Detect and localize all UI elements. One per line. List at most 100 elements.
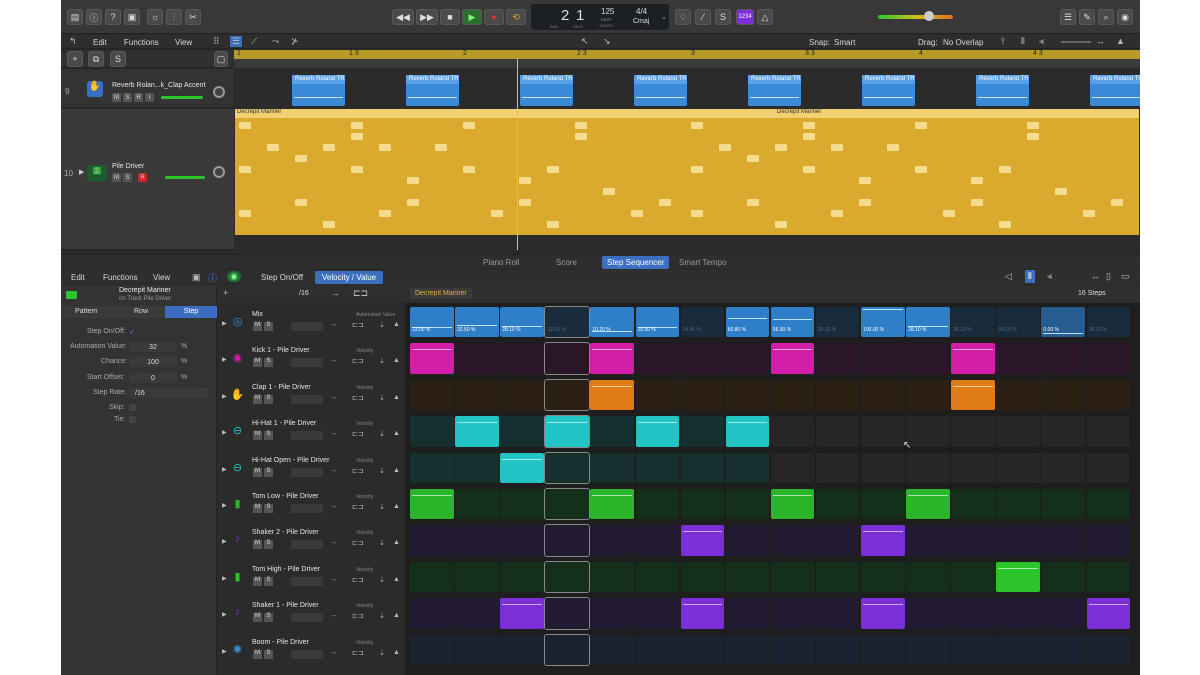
seq-link-icon[interactable]: ▯: [1106, 271, 1111, 282]
step-cell[interactable]: [770, 634, 815, 665]
step-cell[interactable]: [906, 525, 950, 556]
loop-icon[interactable]: ⊏⊐: [352, 612, 364, 620]
mute-button[interactable]: M: [253, 394, 262, 404]
step-cell[interactable]: [500, 416, 544, 447]
step-cell[interactable]: [544, 378, 590, 412]
step-cell[interactable]: [770, 343, 815, 374]
pan-knob[interactable]: [213, 86, 225, 98]
step-cell[interactable]: [815, 598, 860, 629]
step-cell[interactable]: [500, 379, 544, 411]
library-icon[interactable]: ▤: [67, 9, 83, 25]
inspector-icon[interactable]: ⓘ: [86, 9, 102, 25]
playhead[interactable]: [517, 58, 518, 250]
step-cell[interactable]: [590, 489, 634, 520]
step-cell[interactable]: [635, 525, 680, 556]
step-cell[interactable]: [1086, 525, 1131, 556]
rows-arrow-icon[interactable]: →: [331, 288, 340, 298]
tie-checkbox[interactable]: [129, 416, 136, 423]
step-cell[interactable]: [410, 598, 454, 629]
master-volume-knob[interactable]: [924, 11, 934, 21]
step-cell[interactable]: [635, 561, 680, 593]
mute-button[interactable]: M: [253, 649, 262, 659]
audio-region[interactable]: Reverb Roland TR: [406, 75, 459, 106]
solo-button[interactable]: S: [264, 394, 273, 404]
step-cell[interactable]: [725, 598, 770, 629]
audio-region[interactable]: Reverb Roland TR: [748, 75, 801, 106]
disclosure-triangle-icon[interactable]: ▶: [222, 611, 227, 618]
step-cell[interactable]: [906, 489, 950, 520]
lock-icon[interactable]: ▲: [393, 649, 400, 656]
step-cell[interactable]: [951, 634, 995, 665]
step-cell[interactable]: [951, 343, 995, 374]
step-cell[interactable]: 28.10 %: [815, 307, 860, 338]
step-cell[interactable]: [861, 379, 905, 411]
lane-rate-select[interactable]: [291, 576, 323, 586]
step-cell[interactable]: [1086, 416, 1131, 447]
lane-name[interactable]: Tom High - Pile Driver: [252, 566, 320, 573]
lane-rate-select[interactable]: [291, 431, 323, 441]
step-rate-select[interactable]: /16: [129, 388, 209, 398]
step-cell[interactable]: [635, 452, 680, 483]
flex-icon[interactable]: ⤳: [272, 36, 279, 47]
step-cell[interactable]: [906, 561, 950, 593]
catch-icon[interactable]: ⊁: [291, 36, 299, 47]
arrow-icon[interactable]: →: [330, 357, 337, 364]
seq-expand-icon[interactable]: ▭: [1121, 271, 1130, 282]
mute-button[interactable]: M: [253, 431, 262, 441]
solo-button[interactable]: S: [264, 431, 273, 441]
mute-button[interactable]: M: [253, 540, 262, 550]
mixer-icon[interactable]: ⫶: [166, 9, 182, 25]
step-cell[interactable]: [1041, 525, 1085, 556]
tracks-edit-menu[interactable]: Edit: [93, 38, 107, 47]
lock-icon[interactable]: ▲: [393, 357, 400, 364]
step-cell[interactable]: [455, 379, 499, 411]
step-cell[interactable]: [544, 415, 590, 448]
track-name[interactable]: Reverb Rolan...k_Clap Accent: [112, 82, 205, 89]
mute-button[interactable]: M: [253, 358, 262, 368]
step-cell[interactable]: 0.00 %: [1041, 307, 1085, 338]
fit-icon[interactable]: ↔: [1096, 36, 1105, 46]
step-cell[interactable]: 100.00 %: [861, 307, 905, 338]
step-cell[interactable]: [590, 598, 634, 629]
step-onoff-checkbox[interactable]: ✓: [129, 328, 135, 336]
toolbar-icon[interactable]: ▣: [124, 9, 140, 25]
audio-region[interactable]: Reverb Roland TR: [520, 75, 573, 106]
tuner-icon[interactable]: ♢: [675, 9, 691, 25]
solo-icon[interactable]: S: [715, 9, 731, 25]
step-cell[interactable]: [1086, 561, 1131, 593]
step-cell[interactable]: [455, 489, 499, 520]
lane-name[interactable]: Shaker 2 - Pile Driver: [252, 529, 319, 536]
down-icon[interactable]: ⇣: [379, 394, 385, 402]
vertical-zoom-icon[interactable]: ⫴: [1021, 36, 1025, 47]
zoom-slider[interactable]: [1061, 41, 1091, 43]
step-cell[interactable]: [500, 561, 544, 593]
arrow-icon[interactable]: →: [330, 649, 337, 656]
step-cell[interactable]: [770, 416, 815, 447]
lane-rate-select[interactable]: [291, 613, 323, 623]
lock-icon[interactable]: ▲: [393, 467, 400, 474]
lane-name[interactable]: Shaker 1 - Pile Driver: [252, 602, 319, 609]
solo-button[interactable]: S: [264, 613, 273, 623]
lane-name[interactable]: Boom - Pile Driver: [252, 639, 309, 646]
step-cell[interactable]: [815, 561, 860, 593]
skip-checkbox[interactable]: [129, 404, 136, 411]
step-cell[interactable]: [1086, 634, 1131, 665]
step-cell[interactable]: [951, 598, 995, 629]
lane-header[interactable]: ▶ ◉ Kick 1 - Pile Driver Velocity M S → ⊏⊐ ⇣ ▲: [217, 343, 405, 376]
volume-slider[interactable]: [161, 96, 203, 99]
audio-region[interactable]: Reverb Roland TR: [1090, 75, 1140, 106]
rewind-button[interactable]: ◀◀: [392, 9, 414, 25]
add-track-button[interactable]: +: [67, 51, 83, 67]
step-cell[interactable]: [906, 416, 950, 447]
down-icon[interactable]: ⇣: [379, 321, 385, 329]
disclosure-triangle-icon[interactable]: ▶: [222, 429, 227, 436]
global-solo-button[interactable]: S: [110, 51, 126, 67]
step-cell[interactable]: [455, 598, 499, 629]
step-cell[interactable]: [1086, 379, 1131, 411]
step-cell[interactable]: [544, 560, 590, 594]
step-cell[interactable]: [951, 379, 995, 411]
mute-button[interactable]: M: [253, 322, 262, 331]
list-view-icon[interactable]: ☰: [230, 36, 243, 47]
duplicate-track-icon[interactable]: ⧉: [88, 51, 104, 67]
step-cell[interactable]: [906, 598, 950, 629]
